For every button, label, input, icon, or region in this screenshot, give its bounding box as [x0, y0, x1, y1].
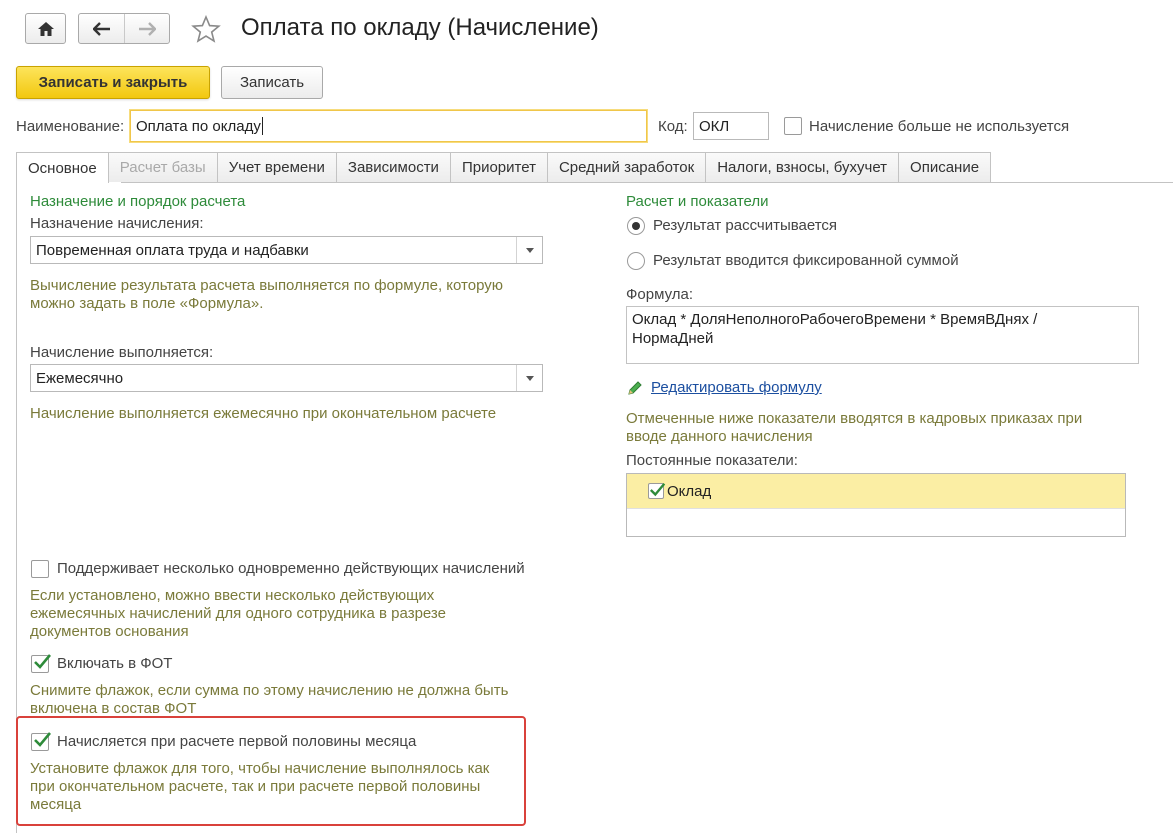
name-input[interactable]: Оплата по окладу: [130, 110, 647, 142]
save-button[interactable]: Записать: [221, 66, 323, 99]
frequency-select[interactable]: Ежемесячно: [30, 364, 543, 392]
favorite-star[interactable]: [191, 14, 221, 47]
tab-time-accounting[interactable]: Учет времени: [216, 152, 337, 182]
save-and-close-button[interactable]: Записать и закрыть: [16, 66, 210, 99]
radio-calculated[interactable]: [627, 217, 645, 235]
formula-line-2: НормаДней: [632, 330, 714, 347]
table-row[interactable]: Оклад: [627, 474, 1125, 508]
formula-label: Формула:: [626, 286, 694, 303]
formula-line-1: Оклад * ДоляНеполногоРабочегоВремени * В…: [632, 311, 1038, 328]
constant-label: Постоянные показатели:: [626, 452, 798, 469]
frequency-hint: Начисление выполняется ежемесячно при ок…: [30, 405, 497, 422]
fot-checkbox[interactable]: [31, 654, 51, 673]
fot-hint-1: Снимите флажок, если сумма по этому начи…: [30, 682, 509, 699]
frequency-select-value: Ежемесячно: [36, 369, 124, 387]
arrow-left-icon: [92, 21, 110, 36]
fot-label: Включать в ФОТ: [57, 655, 173, 672]
purpose-label: Назначение начисления:: [30, 215, 204, 232]
formula-field[interactable]: Оклад * ДоляНеполногоРабочегоВремени * В…: [626, 306, 1139, 364]
multi-hint-1: Если установлено, можно ввести несколько…: [30, 587, 435, 604]
indicator-label: Оклад: [667, 483, 712, 500]
name-input-value: Оплата по окладу: [136, 117, 261, 135]
code-input[interactable]: ОКЛ: [693, 112, 769, 140]
tab-dependencies[interactable]: Зависимости: [335, 152, 451, 182]
unused-label: Начисление больше не используется: [809, 118, 1070, 135]
forward-button[interactable]: [124, 14, 169, 43]
star-icon: [191, 14, 221, 43]
page-title: Оплата по окладу (Начисление): [241, 14, 599, 41]
multi-checkbox[interactable]: [31, 560, 49, 578]
arrow-right-icon: [139, 21, 156, 36]
name-label: Наименование:: [16, 118, 125, 135]
right-section-title: Расчет и показатели: [626, 193, 769, 210]
indicators-hint-2: вводе данного начисления: [626, 428, 813, 445]
history-nav: [78, 13, 170, 44]
radio-fixed-label: Результат вводится фиксированной суммой: [653, 252, 959, 269]
tab-priority[interactable]: Приоритет: [449, 152, 548, 182]
tab-main[interactable]: Основное: [16, 152, 109, 183]
table-divider: [627, 508, 1125, 509]
half-month-checkbox[interactable]: [31, 732, 51, 751]
purpose-select-value: Повременная оплата труда и надбавки: [36, 241, 309, 259]
purpose-hint-1: Вычисление результата расчета выполняетс…: [30, 277, 504, 294]
back-button[interactable]: [79, 14, 124, 43]
frequency-dropdown-button[interactable]: [516, 365, 542, 391]
half-month-label: Начисляется при расчете первой половины …: [57, 733, 417, 750]
tab-divider: [121, 182, 1173, 183]
chevron-down-icon: [525, 247, 534, 253]
radio-dot: [632, 222, 640, 230]
checkmark-icon: [649, 482, 666, 497]
chevron-down-icon: [525, 375, 534, 381]
edit-formula-link[interactable]: Редактировать формулу: [651, 379, 822, 396]
unused-checkbox[interactable]: [784, 117, 802, 135]
multi-label: Поддерживает несколько одновременно дейс…: [57, 560, 525, 577]
radio-fixed[interactable]: [627, 252, 645, 270]
constant-indicators-table: Оклад: [626, 473, 1126, 537]
pencil-icon: [627, 380, 643, 400]
left-section-title: Назначение и порядок расчета: [30, 193, 246, 210]
half-month-hint-2: при окончательном расчете, так и при рас…: [30, 778, 481, 795]
tab-bar: Основное Расчет базы Учет времени Зависи…: [16, 152, 992, 183]
frequency-label: Начисление выполняется:: [30, 344, 214, 361]
home-icon: [37, 21, 54, 36]
checkmark-icon: [34, 732, 51, 747]
purpose-hint-2: можно задать в поле «Формула».: [30, 295, 264, 312]
purpose-select[interactable]: Повременная оплата труда и надбавки: [30, 236, 543, 264]
half-month-hint-3: месяца: [30, 796, 82, 813]
tab-description[interactable]: Описание: [898, 152, 992, 182]
tab-taxes[interactable]: Налоги, взносы, бухучет: [705, 152, 900, 182]
half-month-hint-1: Установите флажок для того, чтобы начисл…: [30, 760, 490, 777]
indicator-checkbox[interactable]: [648, 482, 666, 499]
code-label: Код:: [658, 118, 688, 135]
multi-hint-2: ежемесячных начислений для одного сотруд…: [30, 605, 446, 622]
radio-calculated-label: Результат рассчитывается: [653, 217, 838, 234]
tab-average-earnings[interactable]: Средний заработок: [546, 152, 707, 182]
multi-hint-3: документов основания: [30, 623, 189, 640]
indicators-hint-1: Отмеченные ниже показатели вводятся в ка…: [626, 410, 1083, 427]
purpose-dropdown-button[interactable]: [516, 237, 542, 263]
tab-base-calc[interactable]: Расчет базы: [107, 152, 218, 182]
home-button[interactable]: [25, 13, 66, 44]
checkmark-icon: [34, 654, 51, 669]
